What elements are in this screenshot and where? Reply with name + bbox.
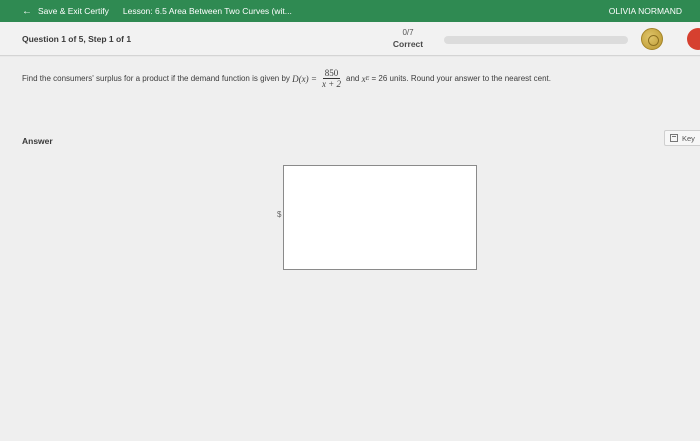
currency-symbol: $ [277, 210, 282, 219]
coin-icon[interactable] [641, 28, 663, 50]
fraction-numerator: 850 [322, 68, 341, 79]
top-bar: ← Save & Exit Certify Lesson: 6.5 Area B… [0, 0, 700, 22]
score-label: Correct [392, 39, 424, 49]
question-text: Find the consumers' surplus for a produc… [22, 68, 551, 89]
demand-fraction: 850 x + 2 [320, 68, 343, 89]
score-fraction: 0/7 [402, 28, 414, 37]
question-suffix: = 26 units. Round your answer to the nea… [371, 74, 551, 83]
save-exit-button[interactable]: ← Save & Exit Certify [0, 0, 109, 22]
question-content: Find the consumers' surplus for a produc… [0, 57, 700, 441]
score: 0/7 Correct [384, 28, 432, 49]
answer-input[interactable] [283, 165, 477, 270]
lesson-title: Lesson: 6.5 Area Between Two Curves (wit… [122, 6, 292, 16]
user-name[interactable]: OLIVIA NORMAND [609, 0, 682, 22]
demand-function-label: D(x) = [292, 73, 317, 84]
answer-label: Answer [22, 136, 53, 146]
save-exit-label: Save & Exit Certify [38, 6, 109, 16]
keypad-button[interactable]: Key [664, 130, 700, 146]
question-and: and [346, 74, 360, 83]
calculator-icon [670, 134, 678, 142]
keypad-label: Key [682, 133, 695, 143]
question-title: Question 1 of 5, Step 1 of 1 [22, 34, 132, 44]
xe-subscript: E [365, 75, 370, 82]
back-arrow-icon: ← [22, 5, 32, 17]
fraction-denominator: x + 2 [321, 79, 342, 89]
question-prefix: Find the consumers' surplus for a produc… [22, 74, 290, 83]
progress-bar [444, 36, 628, 44]
